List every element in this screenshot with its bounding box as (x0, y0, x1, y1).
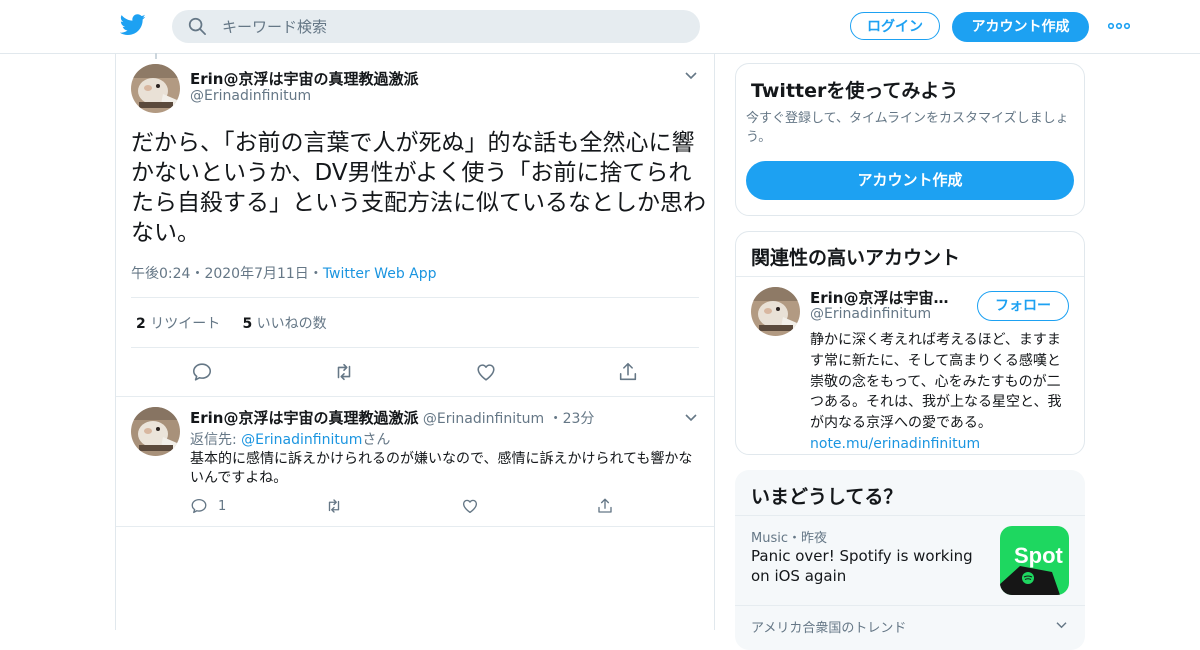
reply-to-prefix: 返信先: (190, 432, 242, 448)
tweet-date[interactable]: 2020年7月11日 (204, 266, 308, 282)
trend-thumbnail[interactable]: Spot (1000, 526, 1069, 595)
divider (131, 297, 699, 298)
like-stat-label: いいねの数 (256, 316, 327, 332)
avatar[interactable] (131, 407, 180, 456)
divider (116, 396, 714, 397)
retweet-count: 2 (136, 316, 146, 332)
retweet-icon[interactable] (333, 361, 355, 383)
reply-text: 基本的に感情に訴えかけられるのが嫌いなので、感情に訴えかけられても響かないんです… (190, 451, 693, 486)
signup-button[interactable]: アカウント作成 (952, 12, 1089, 42)
signup-card-button[interactable]: アカウント作成 (746, 161, 1074, 200)
tweet-stats: 2 リツイート 5 いいねの数 (136, 313, 327, 333)
reply-icon[interactable] (191, 361, 213, 383)
tweet-source-link[interactable]: Twitter Web App (323, 266, 437, 282)
tweet-timestamp: 午後0:24・2020年7月11日・Twitter Web App (131, 266, 437, 282)
reply-age[interactable]: 23分 (563, 411, 595, 427)
tweet-time[interactable]: 午後0:24 (131, 266, 190, 282)
more-options-icon[interactable] (1108, 21, 1130, 31)
related-account-bio: 静かに深く考えれば考えるほど、ますます常に新たに、そして高まりくる感嘆と崇敬の念… (810, 330, 1072, 455)
heart-icon[interactable] (475, 361, 497, 383)
twitter-logo-icon[interactable] (120, 14, 146, 36)
related-accounts-title: 関連性の高いアカウント (751, 247, 961, 269)
trend-meta: アメリカ合衆国のトレンド (751, 621, 907, 636)
signup-card-title: Twitterを使ってみよう (751, 80, 959, 102)
retweet-stat-label: リツイート (150, 316, 221, 332)
reply-to-line: 返信先: @Erinadinfinitumさん (190, 429, 390, 449)
divider (735, 515, 1085, 516)
follow-button[interactable]: フォロー (977, 291, 1069, 321)
trend-meta: Music・昨夜 (751, 531, 828, 546)
reply-header: Erin@京浮は宇宙の真理教過激派 @Erinadinfinitum ・23分 (190, 409, 595, 427)
related-account-handle[interactable]: @Erinadinfinitum (810, 306, 931, 322)
chevron-down-icon[interactable] (684, 70, 698, 80)
search-input[interactable] (222, 10, 682, 43)
thread-connector-line (155, 53, 157, 59)
reply-icon[interactable] (190, 497, 208, 515)
retweet-stat[interactable]: 2 リツイート (136, 316, 220, 332)
reply-author-name[interactable]: Erin@京浮は宇宙の真理教過激派 (190, 409, 418, 427)
like-stat[interactable]: 5 いいねの数 (242, 316, 326, 332)
reply-to-suffix: さん (362, 432, 391, 448)
share-icon[interactable] (617, 361, 639, 383)
divider (736, 276, 1084, 277)
divider (735, 605, 1085, 606)
related-account-bio-text: 静かに深く考えれば考えるほど、ますます常に新たに、そして高まりくる感嘆と崇敬の念… (810, 332, 1062, 432)
reply-count: 1 (218, 499, 227, 514)
share-icon[interactable] (596, 497, 614, 515)
trend-title[interactable]: Panic over! Spotify is working on iOS ag… (751, 546, 986, 586)
reply-author-handle[interactable]: @Erinadinfinitum (423, 411, 544, 427)
tweet-author-name[interactable]: Erin@京浮は宇宙の真理教過激派 (190, 68, 418, 89)
trends-title: いまどうしてる？ (751, 486, 903, 508)
trend-age: 昨夜 (801, 531, 828, 546)
reply-to-handle-link[interactable]: @Erinadinfinitum (241, 432, 362, 448)
bio-link[interactable]: note.mu/erinadinfinitum (810, 436, 980, 452)
like-count: 5 (242, 316, 253, 332)
retweet-icon[interactable] (325, 497, 343, 515)
chevron-down-icon[interactable] (684, 412, 698, 422)
login-button[interactable]: ログイン (850, 12, 940, 40)
tweet-text: だから、「お前の言葉で人が死ぬ」的な話も全然心に響かないというか、DV男性がよく… (131, 130, 706, 246)
divider (116, 526, 714, 527)
avatar[interactable] (751, 287, 800, 336)
related-account-name[interactable]: Erin@京浮は宇宙の真理教過激派 (810, 287, 960, 308)
heart-icon[interactable] (461, 497, 479, 515)
trend-category: Music (751, 531, 788, 546)
chevron-down-icon[interactable] (1055, 620, 1068, 629)
tweet-author-handle[interactable]: @Erinadinfinitum (190, 88, 311, 104)
avatar[interactable] (131, 64, 180, 113)
signup-card-description: 今すぐ登録して、タイムラインをカスタマイズしましょう。 (746, 111, 1069, 145)
search-icon (188, 17, 206, 35)
divider (131, 347, 699, 348)
trend-thumbnail-text: Spot (1014, 543, 1064, 568)
